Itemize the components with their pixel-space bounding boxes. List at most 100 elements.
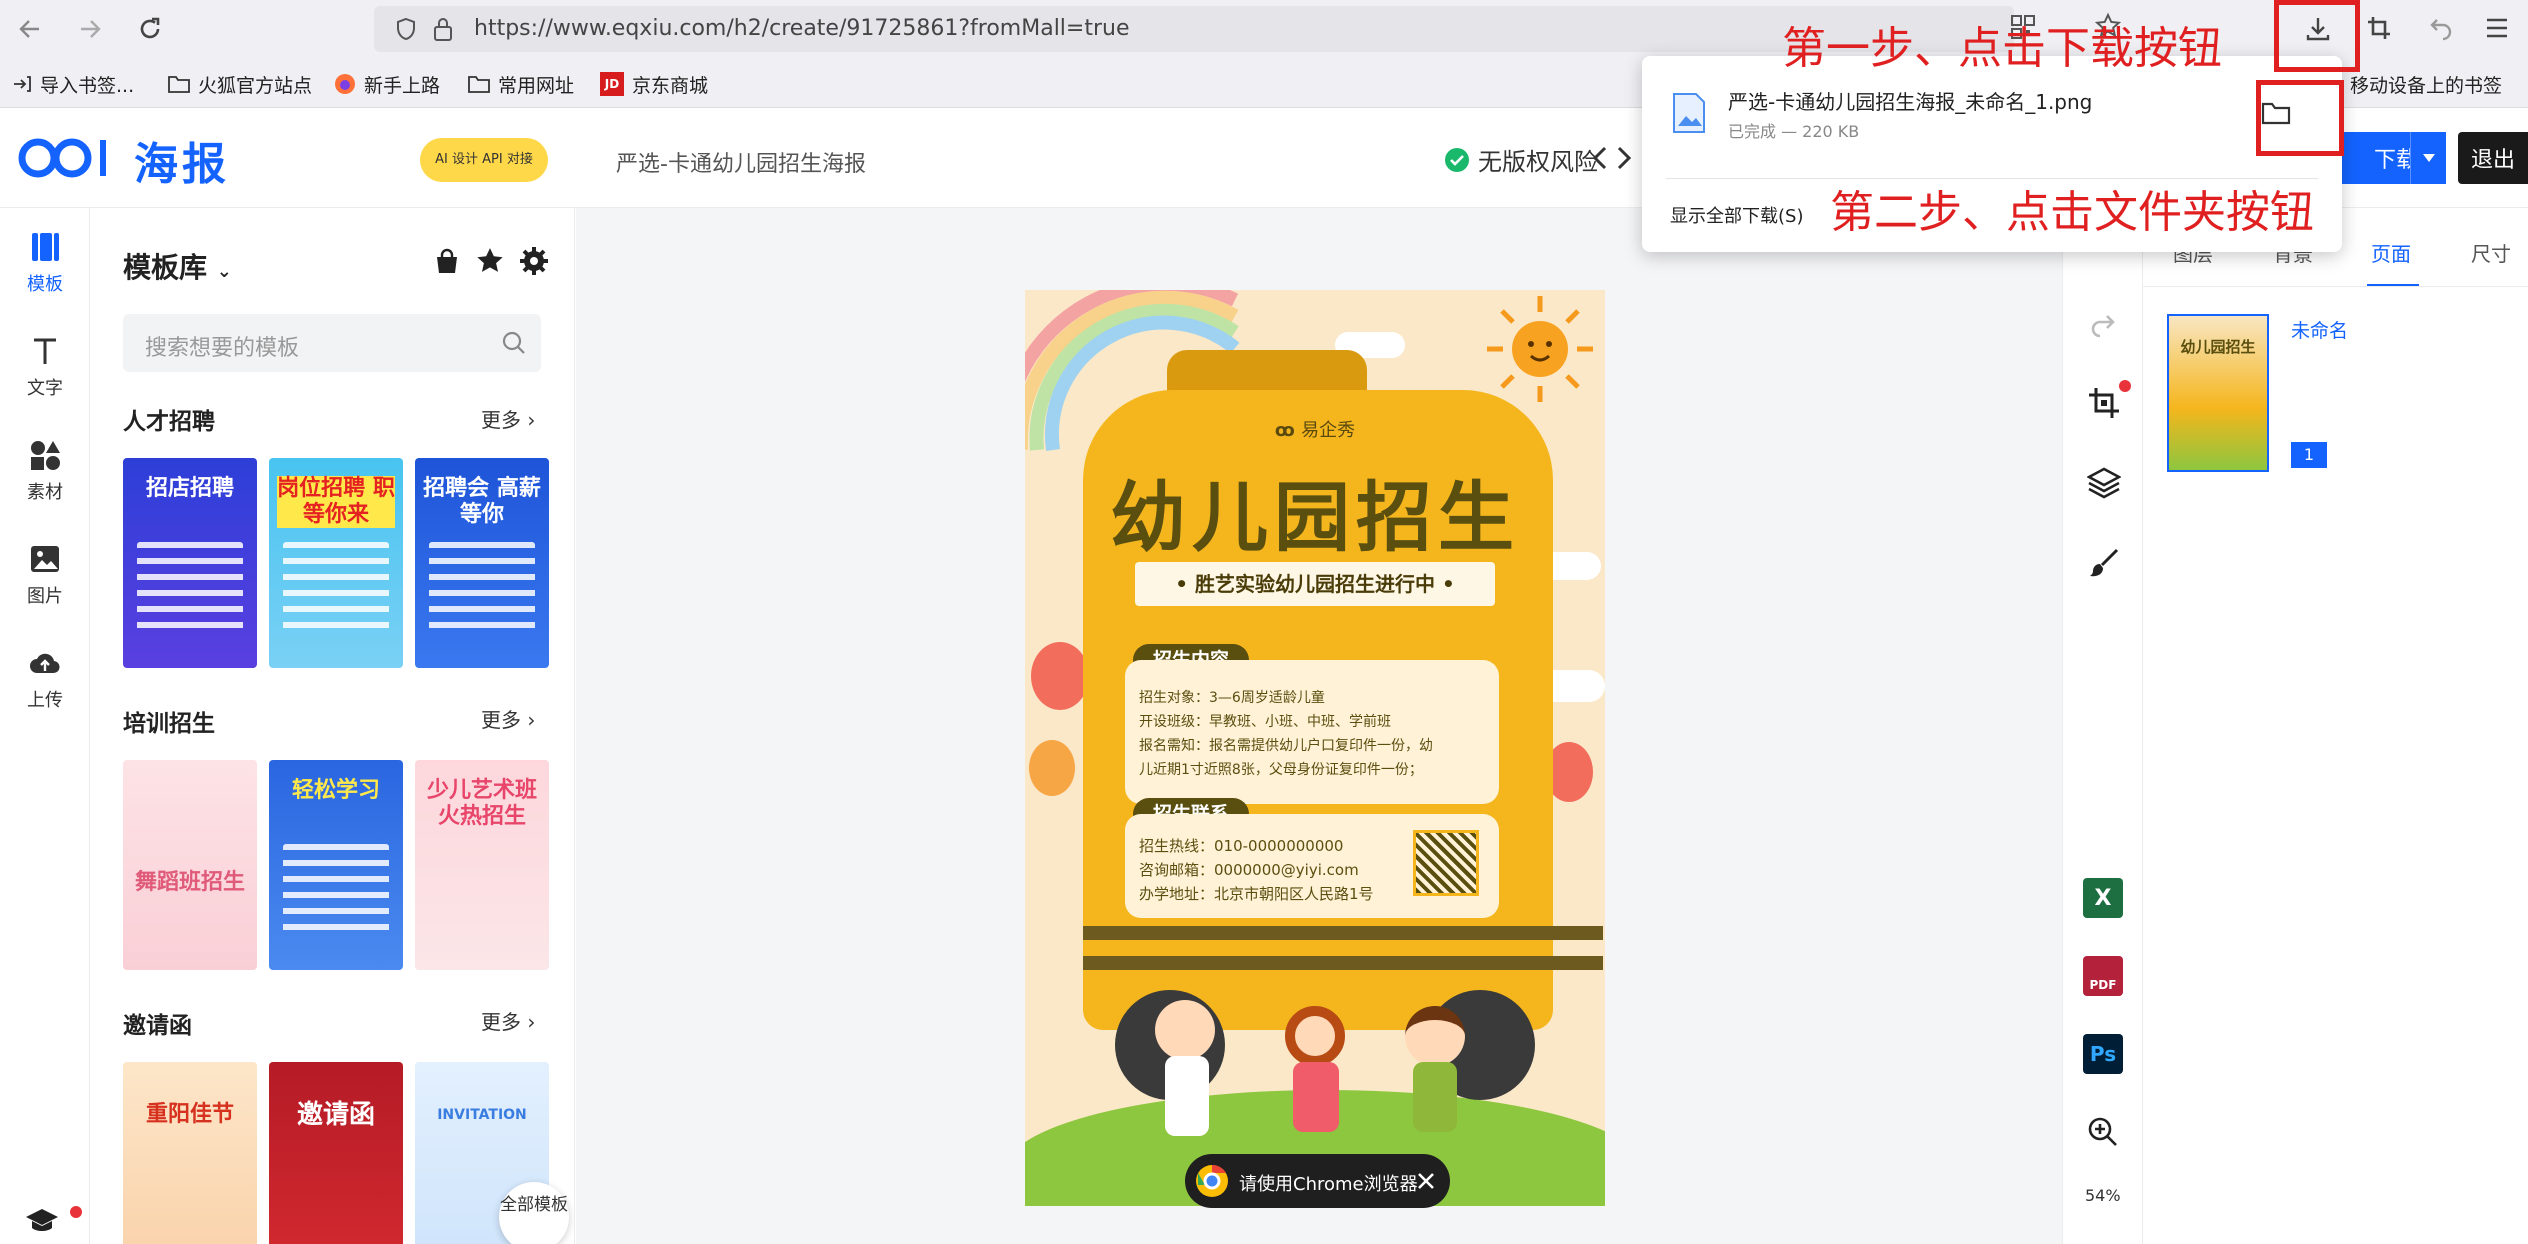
check-circle-icon [1445, 147, 1469, 172]
document-title[interactable]: 严选-卡通幼儿园招生海报 [616, 146, 866, 178]
tab-size[interactable]: 尺寸 [2471, 238, 2511, 267]
rail-item-text[interactable]: 文字 [0, 334, 90, 400]
academy-cap-icon[interactable] [24, 1206, 60, 1236]
template-thumb[interactable]: 少儿艺术班 火热招生 [415, 760, 549, 970]
folder-icon [468, 76, 490, 93]
bookmark-import[interactable]: 导入书签... [12, 70, 134, 98]
bookmark-common-sites[interactable]: 常用网址 [468, 70, 574, 98]
bookmark-getting-started[interactable]: 新手上路 [334, 70, 440, 98]
copyright-status[interactable]: 无版权风险 [1444, 142, 1598, 177]
chrome-tip-text: 请使用Chrome浏览器 [1239, 1174, 1418, 1195]
page-thumbnail[interactable]: 幼儿园招生 [2167, 314, 2269, 472]
reload-button[interactable] [130, 9, 170, 49]
more-link-invitation[interactable]: 更多 › [481, 1006, 535, 1035]
forward-button[interactable] [70, 9, 110, 49]
crop-icon[interactable] [2087, 386, 2121, 420]
api-badge-label: AI 设计 API 对接 [435, 152, 533, 167]
bookmark-firefox-site[interactable]: 火狐官方站点 [168, 70, 312, 98]
kid-graphic [1285, 1006, 1345, 1066]
download-status: 已完成 — 220 KB [1728, 122, 1860, 141]
section-title-training: 培训招生 [123, 711, 215, 737]
chrome-tip-bar: 请使用Chrome浏览器 [1185, 1154, 1450, 1208]
code-icon[interactable] [1590, 136, 1634, 180]
rail-item-label: 文字 [27, 378, 63, 399]
tab-pages[interactable]: 页面 [2371, 238, 2411, 267]
photoshop-icon[interactable]: Ps [2083, 1034, 2123, 1074]
content-line: 开设班级：早教班、小班、中班、学前班 [1139, 714, 1391, 730]
rail-item-label: 模板 [27, 274, 63, 295]
bookmark-mobile[interactable]: 移动设备上的书签 [2350, 70, 2502, 98]
more-link-recruit[interactable]: 更多 › [481, 404, 535, 433]
search-placeholder: 搜索想要的模板 [145, 336, 300, 361]
template-thumb[interactable]: 重阳佳节 [123, 1062, 257, 1244]
star-favorites-icon[interactable] [475, 246, 505, 276]
bus-stripe [1083, 956, 1603, 970]
shield-icon [397, 17, 415, 41]
more-link-training[interactable]: 更多 › [481, 704, 535, 733]
gear-icon[interactable] [519, 246, 549, 276]
folder-icon [168, 76, 190, 93]
template-library-dropdown[interactable]: 模板库 ⌄ [123, 246, 232, 286]
poster-canvas[interactable]: ꝏ 易企秀 幼儿园招生 • 胜艺实验幼儿园招生进行中 • 招生内容 招生对象：3… [1025, 290, 1605, 1206]
api-badge[interactable]: AI 设计 API 对接 [420, 138, 548, 182]
rail-item-images[interactable]: 图片 [0, 542, 90, 608]
chrome-logo-icon [1196, 1164, 1228, 1197]
template-panel: 模板库 ⌄ 搜索想要的模板 人才招聘 更多 › 招店招聘 岗位招聘 职等你来 招… [91, 208, 575, 1244]
template-search-input[interactable]: 搜索想要的模板 [123, 314, 541, 372]
close-icon[interactable] [1417, 1172, 1435, 1190]
rail-item-label: 上传 [27, 690, 63, 711]
all-templates-button[interactable]: 全部模板 [499, 1182, 569, 1244]
exit-button[interactable]: 退出 [2458, 132, 2528, 184]
kid-body [1413, 1062, 1457, 1132]
layers-icon[interactable] [2087, 466, 2121, 500]
template-thumb[interactable]: 舞蹈班招生 [123, 760, 257, 970]
chevron-down-icon: ⌄ [216, 261, 232, 282]
bus-stripe [1083, 926, 1603, 940]
back-button[interactable] [10, 9, 50, 49]
sun-graphic [1487, 296, 1593, 402]
lock-icon [434, 18, 452, 41]
kid-body [1165, 1056, 1209, 1136]
template-thumb[interactable]: 招店招聘 [123, 458, 257, 668]
undo-icon[interactable] [2428, 15, 2454, 41]
crop-screenshot-icon[interactable] [2366, 15, 2392, 41]
annotation-step2: 第二步、点击文件夹按钮 [1830, 187, 2314, 238]
rail-item-upload[interactable]: 上传 [0, 646, 90, 712]
excel-icon[interactable]: X [2083, 878, 2123, 918]
content-line: 招生对象：3—6周岁适龄儿童 [1139, 690, 1325, 706]
logo-text: 海报 [134, 139, 230, 190]
search-icon[interactable] [501, 330, 527, 356]
zoom-in-icon[interactable] [2087, 1116, 2119, 1148]
arrow-right-icon [81, 20, 101, 38]
template-thumb[interactable]: 轻松学习 [269, 760, 403, 970]
template-thumb[interactable]: 岗位招聘 职等你来 [269, 458, 403, 668]
poster-headline: 幼儿园招生 [1110, 473, 1520, 562]
page-name[interactable]: 未命名 [2291, 316, 2348, 343]
bookmark-label: 火狐官方站点 [198, 74, 313, 97]
right-panel: 图层 背景 页面 尺寸 幼儿园招生 未命名 1 [2142, 208, 2528, 1244]
jd-logo-icon: JD [600, 72, 624, 96]
content-line: 儿近期1寸近照8张，父母身份证复印件一份； [1139, 762, 1423, 778]
brush-icon[interactable] [2087, 546, 2121, 580]
rail-item-materials[interactable]: 素材 [0, 438, 90, 504]
balloon-graphic [1029, 740, 1075, 796]
address-bar[interactable]: https://www.eqxiu.com/h2/create/91725861… [374, 6, 2014, 52]
bookmark-jd[interactable]: JD 京东商城 [600, 70, 708, 98]
eqxiu-logo-icon [18, 138, 106, 178]
download-dropdown-button[interactable] [2410, 132, 2446, 184]
left-rail: 模板 文字 素材 图片 上传 [0, 208, 90, 1244]
template-thumb[interactable]: 招聘会 高薪等你 [415, 458, 549, 668]
template-thumb[interactable]: 邀请函 [269, 1062, 403, 1244]
balloon-graphic [1031, 642, 1089, 710]
template-icon [32, 233, 59, 261]
rail-item-templates[interactable]: 模板 [0, 230, 90, 296]
bookmark-label: 京东商城 [632, 74, 709, 97]
shopping-bag-icon[interactable] [433, 248, 461, 276]
download-file-name[interactable]: 严选-卡通幼儿园招生海报_未命名_1.png [1728, 86, 2092, 115]
menu-icon[interactable] [2484, 16, 2510, 40]
image-file-icon [1673, 93, 1705, 133]
image-icon [31, 546, 59, 572]
show-all-downloads-link[interactable]: 显示全部下载(S) [1670, 202, 1803, 228]
redo-icon[interactable] [2089, 312, 2119, 338]
pdf-icon[interactable]: PDF [2083, 956, 2123, 996]
